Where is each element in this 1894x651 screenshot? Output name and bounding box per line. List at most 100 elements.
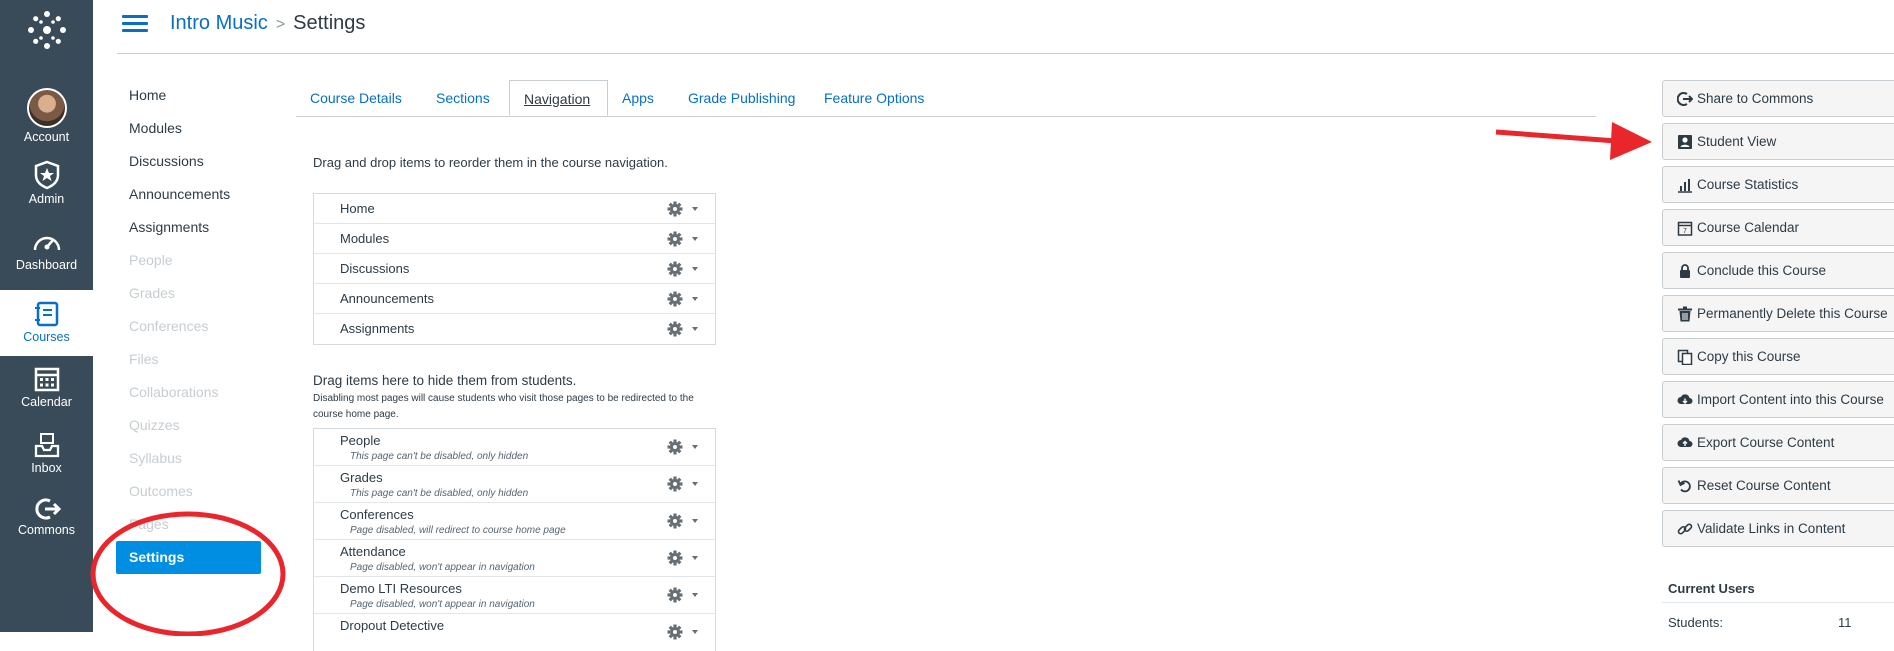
validate-links-button[interactable]: Validate Links in Content (1662, 510, 1894, 547)
gear-icon[interactable] (667, 624, 703, 640)
copy-icon (1677, 349, 1693, 365)
course-navigation: Home Modules Discussions Announcements A… (129, 84, 230, 546)
gear-icon[interactable] (667, 550, 703, 566)
gauge-icon (33, 236, 60, 251)
highlight-circle-annotation (90, 511, 286, 636)
nav-item-label: Conferences (340, 507, 414, 522)
gear-icon[interactable] (667, 291, 703, 307)
gear-icon[interactable] (667, 321, 703, 337)
course-nav-grades[interactable]: Grades (129, 282, 230, 315)
student-view-button[interactable]: Student View (1662, 123, 1894, 160)
list-item[interactable]: Grades This page can't be disabled, only … (314, 466, 715, 503)
list-item[interactable]: Discussions (314, 254, 715, 284)
global-nav-account[interactable]: Account (0, 88, 93, 144)
hide-note: Disabling most pages will cause students… (313, 393, 694, 420)
course-statistics-button[interactable]: Course Statistics (1662, 166, 1894, 203)
gear-icon[interactable] (667, 513, 703, 529)
course-nav-conferences[interactable]: Conferences (129, 315, 230, 348)
student-view-icon (1678, 135, 1692, 149)
delete-course-button[interactable]: Permanently Delete this Course (1662, 295, 1894, 332)
gear-icon[interactable] (667, 587, 703, 603)
students-count: 11 (1838, 615, 1852, 630)
conclude-course-button[interactable]: Conclude this Course (1662, 252, 1894, 289)
reset-icon (1677, 480, 1691, 493)
gear-icon[interactable] (667, 231, 703, 247)
list-item[interactable]: Modules (314, 224, 715, 254)
course-nav-assignments[interactable]: Assignments (129, 216, 230, 249)
enabled-nav-list: Home Modules Discussions Announcements A… (313, 193, 716, 345)
tab-apps[interactable]: Apps (608, 80, 668, 116)
global-nav-dashboard[interactable]: Dashboard (0, 230, 93, 272)
list-item[interactable]: Announcements (314, 284, 715, 314)
gear-icon[interactable] (667, 201, 703, 217)
course-nav-modules[interactable]: Modules (129, 117, 230, 150)
button-label: Copy this Course (1697, 349, 1801, 364)
course-nav-syllabus[interactable]: Syllabus (129, 447, 230, 480)
course-nav-announcements[interactable]: Announcements (129, 183, 230, 216)
course-nav-home[interactable]: Home (129, 84, 230, 117)
shield-star-icon (34, 160, 59, 190)
course-nav-people[interactable]: People (129, 249, 230, 282)
course-nav-discussions[interactable]: Discussions (129, 150, 230, 183)
current-users-divider (1662, 602, 1894, 603)
svg-text:7: 7 (1683, 228, 1687, 235)
course-menu-toggle-button[interactable] (122, 15, 148, 33)
gear-icon[interactable] (667, 261, 703, 277)
course-nav-quizzes[interactable]: Quizzes (129, 414, 230, 447)
global-nav-inbox[interactable]: Inbox (0, 431, 93, 475)
list-item[interactable]: Demo LTI Resources Page disabled, won't a… (314, 577, 715, 614)
global-nav-label: Calendar (21, 395, 72, 409)
nav-item-note: This page can't be disabled, only hidden (350, 451, 529, 462)
export-content-button[interactable]: Export Course Content (1662, 424, 1894, 461)
button-label: Share to Commons (1697, 91, 1814, 106)
share-to-commons-button[interactable]: Share to Commons (1662, 80, 1894, 117)
share-icon (1677, 92, 1693, 106)
global-nav-label: Admin (28, 192, 65, 206)
copy-course-button[interactable]: Copy this Course (1662, 338, 1894, 375)
reset-content-button[interactable]: Reset Course Content (1662, 467, 1894, 504)
tab-feature-options[interactable]: Feature Options (810, 80, 938, 116)
canvas-logo-icon[interactable] (27, 10, 67, 50)
button-label: Student View (1697, 134, 1777, 149)
gear-icon[interactable] (667, 476, 703, 492)
course-nav-collaborations[interactable]: Collaborations (129, 381, 230, 414)
nav-item-label: Grades (340, 470, 383, 485)
button-label: Conclude this Course (1697, 263, 1827, 278)
breadcrumb-current-page: Settings (293, 12, 366, 34)
nav-item-note: This page can't be disabled, only hidden (350, 488, 529, 499)
button-label: Course Statistics (1697, 177, 1799, 192)
global-nav-commons[interactable]: Commons (0, 497, 93, 537)
nav-item-note: Page disabled, will redirect to course h… (350, 525, 566, 536)
global-nav-admin[interactable]: Admin (0, 160, 93, 206)
breadcrumb-course-link[interactable]: Intro Music (170, 12, 268, 34)
list-item[interactable]: People This page can't be disabled, only … (314, 429, 715, 466)
list-item[interactable]: Home (314, 194, 715, 224)
gear-icon[interactable] (667, 439, 703, 455)
global-nav-calendar[interactable]: Calendar (0, 365, 93, 409)
list-item[interactable]: Attendance Page disabled, won't appear in… (314, 540, 715, 577)
button-label: Export Course Content (1697, 435, 1835, 450)
global-nav-label: Account (23, 130, 70, 144)
button-label: Course Calendar (1697, 220, 1800, 235)
global-nav-label: Inbox (31, 461, 62, 475)
tab-grade-publishing[interactable]: Grade Publishing (674, 80, 809, 116)
global-nav-courses[interactable]: Courses (0, 290, 93, 356)
import-content-button[interactable]: Import Content into this Course (1662, 381, 1894, 418)
hidden-nav-list: People This page can't be disabled, only … (313, 428, 716, 651)
breadcrumb-separator: > (275, 16, 286, 33)
list-item[interactable]: Conferences Page disabled, will redirect … (314, 503, 715, 540)
nav-item-label: Dropout Detective (340, 618, 445, 633)
course-calendar-button[interactable]: 7 Course Calendar (1662, 209, 1894, 246)
tab-navigation[interactable]: Navigation (509, 80, 608, 116)
list-item[interactable]: Dropout Detective (314, 614, 715, 651)
reorder-instruction: Drag and drop items to reorder them in t… (313, 155, 668, 170)
inbox-icon (34, 433, 59, 458)
button-label: Permanently Delete this Course (1697, 306, 1888, 321)
arrow-annotation (1495, 122, 1652, 160)
tab-sections[interactable]: Sections (422, 80, 504, 116)
course-nav-files[interactable]: Files (129, 348, 230, 381)
list-item[interactable]: Assignments (314, 314, 715, 344)
calendar-icon (34, 367, 59, 392)
tab-course-details[interactable]: Course Details (296, 80, 416, 116)
nav-item-label: Announcements (340, 291, 434, 306)
